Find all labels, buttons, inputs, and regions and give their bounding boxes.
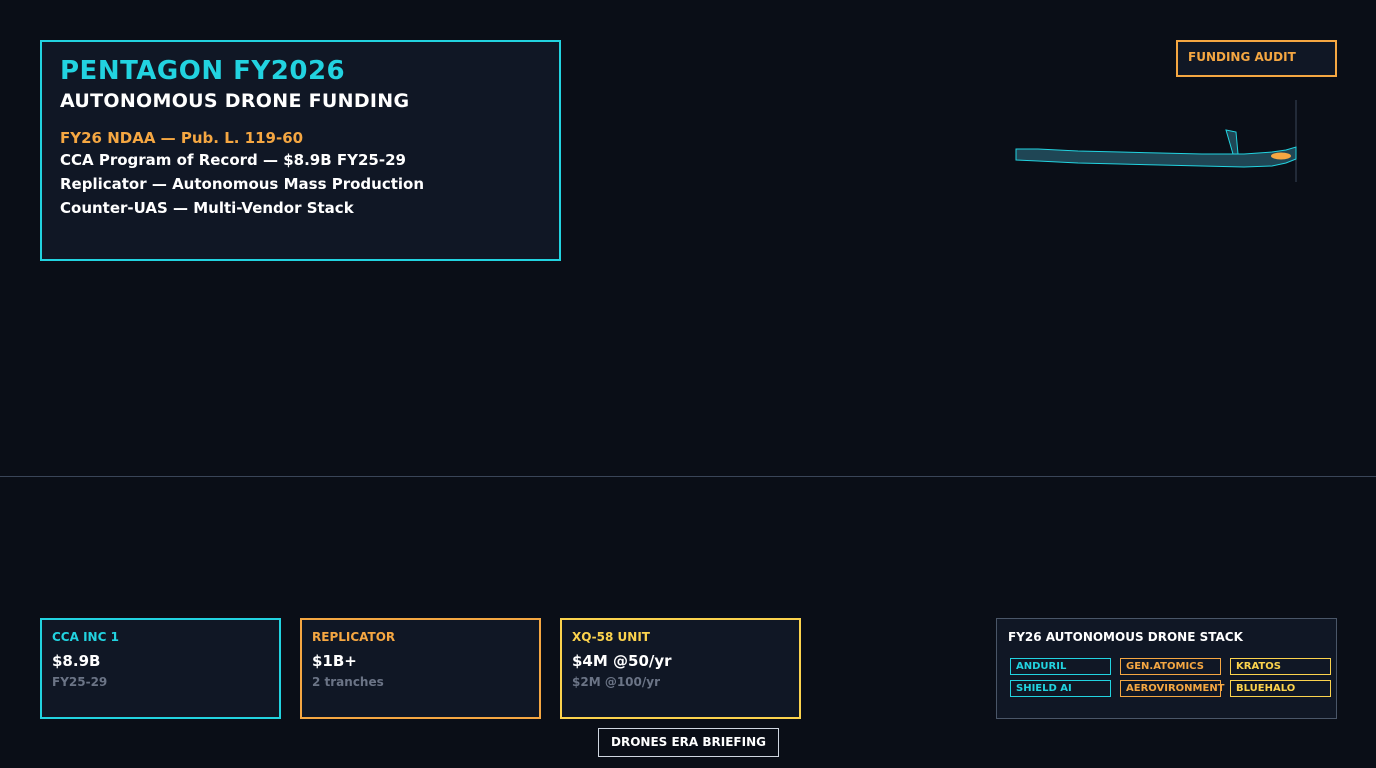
drones-era-briefing-button[interactable]: DRONES ERA BRIEFING [598,728,779,757]
vendor-aerovironment: AEROVIRONMENT [1120,680,1225,697]
card-xq-58-unit: XQ-58 UNIT $4M @50/yr $2M @100/yr [560,618,801,719]
law-reference: FY26 NDAA — Pub. L. 119-60 [60,129,304,147]
title-panel: PENTAGON FY2026 AUTONOMOUS DRONE FUNDING… [40,40,561,261]
card-replicator: REPLICATOR $1B+ 2 tranches [300,618,541,719]
funding-audit-button[interactable]: FUNDING AUDIT [1176,40,1337,77]
card-cca-inc-1: CCA INC 1 $8.9B FY25-29 [40,618,281,719]
page-subtitle: AUTONOMOUS DRONE FUNDING [60,90,410,112]
page-title: PENTAGON FY2026 [60,56,346,86]
card-label: CCA INC 1 [52,630,119,644]
vendor-gen-atomics: GEN.ATOMICS [1120,658,1221,675]
card-label: XQ-58 UNIT [572,630,650,644]
card-value: $4M @50/yr [572,652,672,670]
vendor-anduril: ANDURIL [1010,658,1111,675]
program-line-replicator: Replicator — Autonomous Mass Production [60,175,425,193]
stack-title: FY26 AUTONOMOUS DRONE STACK [1008,630,1243,644]
vendor-shield-ai: SHIELD AI [1010,680,1111,697]
card-label: REPLICATOR [312,630,396,644]
card-value: $1B+ [312,652,357,670]
drone-icon [1015,100,1297,182]
card-value: $8.9B [52,652,101,670]
program-line-cca: CCA Program of Record — $8.9B FY25-29 [60,151,406,169]
drone-stack-panel: FY26 AUTONOMOUS DRONE STACK ANDURIL GEN.… [996,618,1337,719]
card-sub: $2M @100/yr [572,675,660,689]
vendor-bluehalo: BLUEHALO [1230,680,1331,697]
section-divider [0,476,1376,477]
program-line-counter-uas: Counter-UAS — Multi-Vendor Stack [60,199,354,217]
vendor-kratos: KRATOS [1230,658,1331,675]
card-sub: 2 tranches [312,675,384,689]
card-sub: FY25-29 [52,675,108,689]
